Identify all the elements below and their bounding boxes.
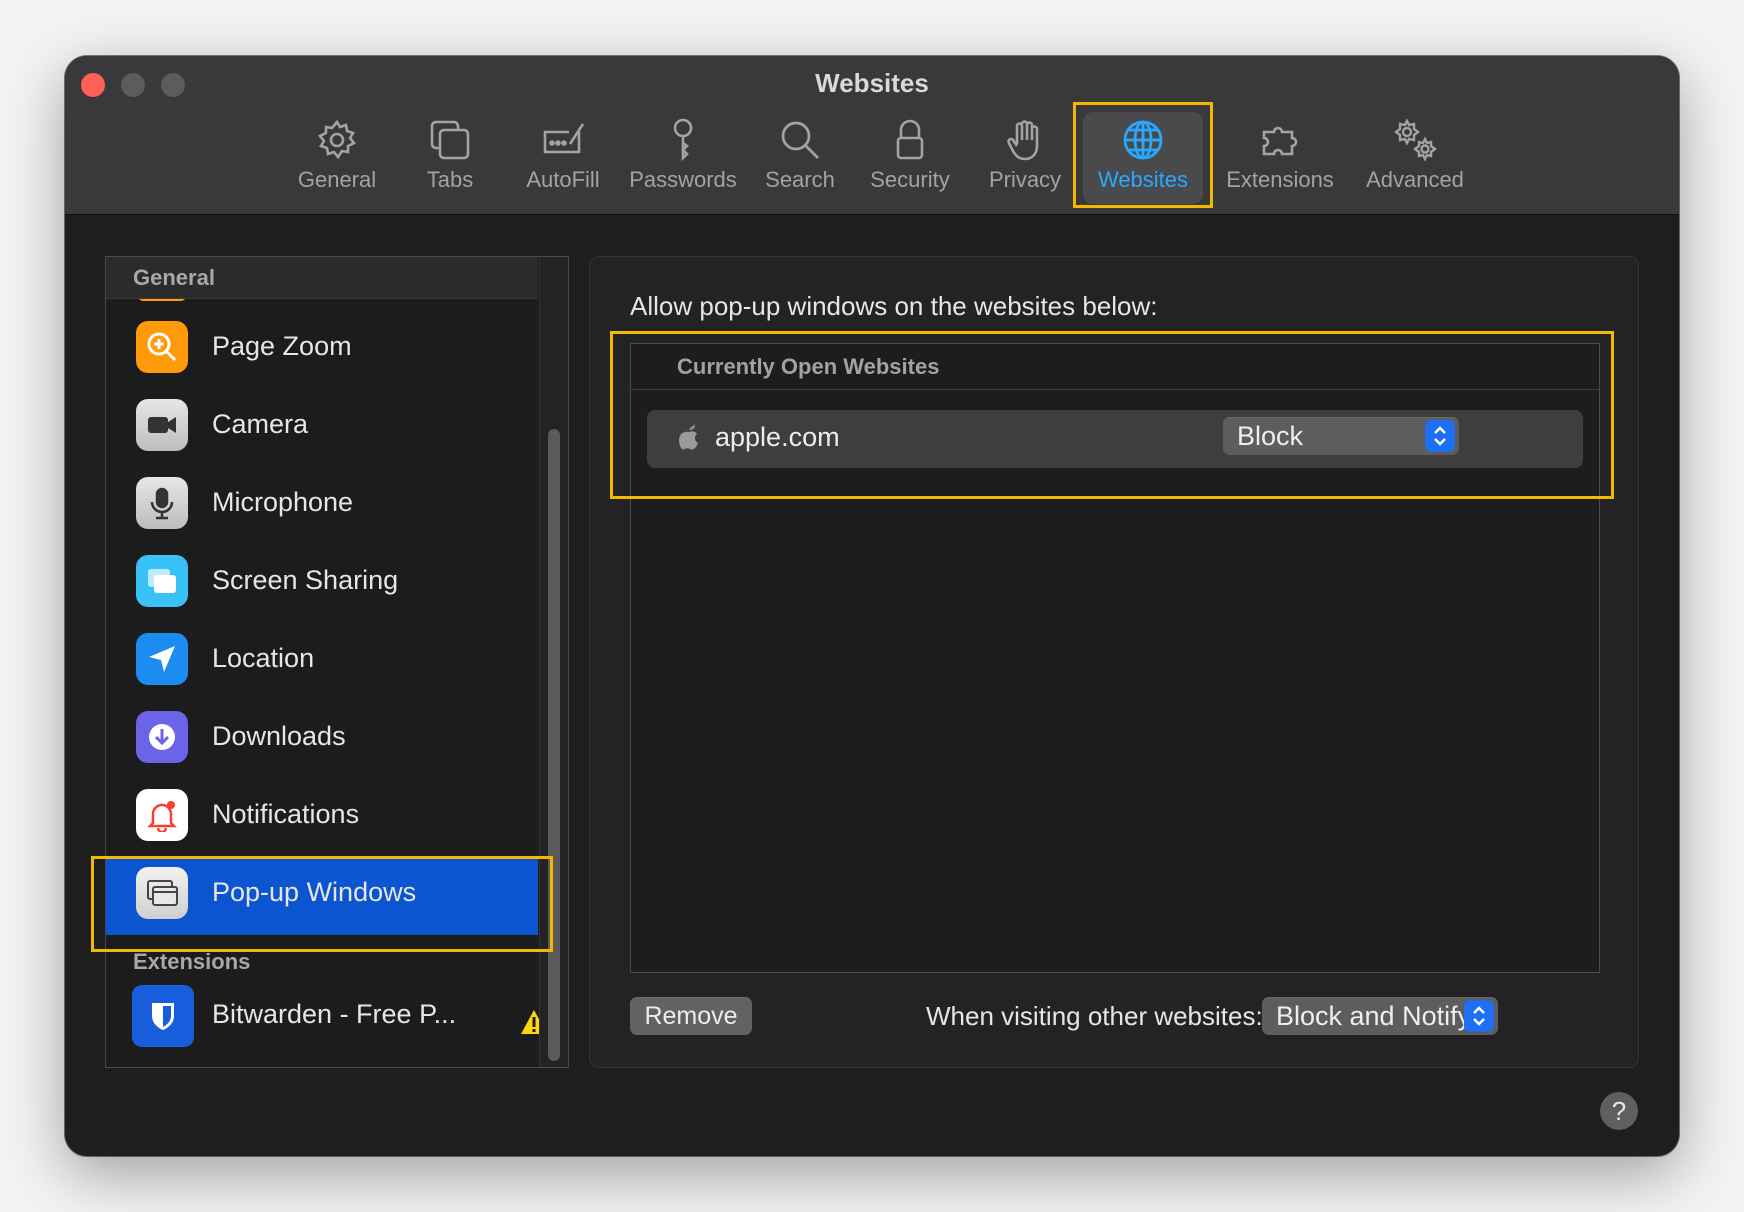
website-setting-select[interactable]: Block <box>1223 417 1459 455</box>
chevron-up-down-icon <box>1464 1000 1494 1032</box>
sidebar-item-label: Downloads <box>212 721 346 751</box>
tab-autofill[interactable]: AutoFill <box>508 112 618 204</box>
sidebar-header-general: General <box>106 257 538 299</box>
sidebar-item-page-zoom[interactable]: Page Zoom <box>106 311 538 389</box>
location-icon <box>136 633 188 685</box>
tab-label: Advanced <box>1366 167 1464 192</box>
tab-extensions[interactable]: Extensions <box>1215 112 1345 204</box>
tab-general[interactable]: General <box>282 112 392 204</box>
select-value: Block and Notify <box>1276 1001 1472 1031</box>
sidebar-item-label: Bitwarden - Free P... <box>212 999 457 1029</box>
tab-tabs[interactable]: Tabs <box>405 112 495 204</box>
website-row[interactable]: apple.com Block <box>647 410 1583 468</box>
tab-label: Security <box>870 167 950 192</box>
panel-caption: Allow pop-up windows on the websites bel… <box>630 291 1158 321</box>
lock-icon <box>896 119 924 160</box>
tab-label: Tabs <box>426 167 474 192</box>
websites-list: Currently Open Websites apple.com Block <box>630 343 1600 973</box>
tab-websites[interactable]: Websites <box>1083 112 1203 204</box>
sidebar-header-extensions: Extensions <box>133 949 251 974</box>
sidebar-item-bitwarden[interactable]: Bitwarden - Free P... <box>106 979 547 1057</box>
sidebar-item-label: Screen Sharing <box>212 565 399 595</box>
select-value: Block <box>1237 421 1304 451</box>
search-icon <box>781 121 819 159</box>
preferences-window: Websites General Tabs AutoFill Passwords… <box>65 56 1679 1156</box>
puzzle-icon <box>1262 126 1298 156</box>
sidebar-item-camera[interactable]: Camera <box>106 389 538 467</box>
apple-logo-icon <box>679 425 698 450</box>
sidebar-item-screen-sharing[interactable]: Screen Sharing <box>106 545 538 623</box>
key-icon <box>673 118 693 162</box>
tab-privacy[interactable]: Privacy <box>975 112 1075 204</box>
tab-label: Passwords <box>629 167 737 192</box>
sidebar-item-notifications[interactable]: Notifications <box>106 779 538 857</box>
sidebar-item-label: Page Zoom <box>212 331 352 361</box>
globe-icon <box>1123 120 1163 160</box>
page-zoom-icon <box>136 321 188 373</box>
tab-label: General <box>297 167 377 192</box>
website-name: apple.com <box>715 422 840 452</box>
hand-icon <box>1007 120 1039 161</box>
sidebar-item-label: Notifications <box>212 799 360 829</box>
tab-passwords[interactable]: Passwords <box>618 112 748 204</box>
window-title: Websites <box>815 68 929 98</box>
chevron-up-down-icon <box>1425 420 1455 452</box>
popup-windows-icon <box>136 867 188 919</box>
gear-icon <box>317 119 357 160</box>
tab-label: Extensions <box>1226 167 1334 192</box>
tab-search[interactable]: Search <box>755 112 845 204</box>
tab-advanced[interactable]: Advanced <box>1350 112 1480 204</box>
remove-button[interactable]: Remove <box>630 997 752 1035</box>
bitwarden-shield-icon <box>132 985 194 1047</box>
sidebar-item-popup-windows[interactable]: Pop-up Windows <box>106 857 538 935</box>
tab-security[interactable]: Security <box>855 112 965 204</box>
tab-label: Privacy <box>988 167 1062 192</box>
notifications-icon <box>136 789 188 841</box>
gears-icon <box>1394 118 1437 162</box>
sidebar-item-downloads[interactable]: Downloads <box>106 701 538 779</box>
sidebar-item-label: Camera <box>212 409 309 439</box>
websites-panel: Allow pop-up windows on the websites bel… <box>589 256 1639 1068</box>
sidebar-item-label: Pop-up Windows <box>212 877 417 907</box>
microphone-icon <box>136 477 188 529</box>
toolbar: Websites General Tabs AutoFill Passwords… <box>65 56 1679 215</box>
tab-label: AutoFill <box>526 167 600 192</box>
help-button[interactable]: ? <box>1600 1092 1638 1130</box>
sidebar-scrollbar-thumb[interactable] <box>548 429 560 1061</box>
sidebar-item-label: Location <box>212 643 315 673</box>
sidebar-item-location[interactable]: Location <box>106 623 538 701</box>
other-websites-select[interactable]: Block and Notify <box>1262 997 1498 1035</box>
tabs-icon <box>430 120 470 160</box>
other-websites-label: When visiting other websites: <box>926 1001 1263 1031</box>
tab-label: Websites <box>1097 167 1189 192</box>
sidebar-item-microphone[interactable]: Microphone <box>106 467 538 545</box>
autofill-icon <box>543 123 585 154</box>
list-header: Currently Open Websites <box>631 344 1599 390</box>
tab-label: Search <box>765 167 835 192</box>
camera-icon <box>136 399 188 451</box>
sidebar: General Page Zoom Camera Microphone Scre… <box>105 256 569 1068</box>
sidebar-item-label: Microphone <box>212 487 354 517</box>
screen-sharing-icon <box>136 555 188 607</box>
downloads-icon <box>136 711 188 763</box>
